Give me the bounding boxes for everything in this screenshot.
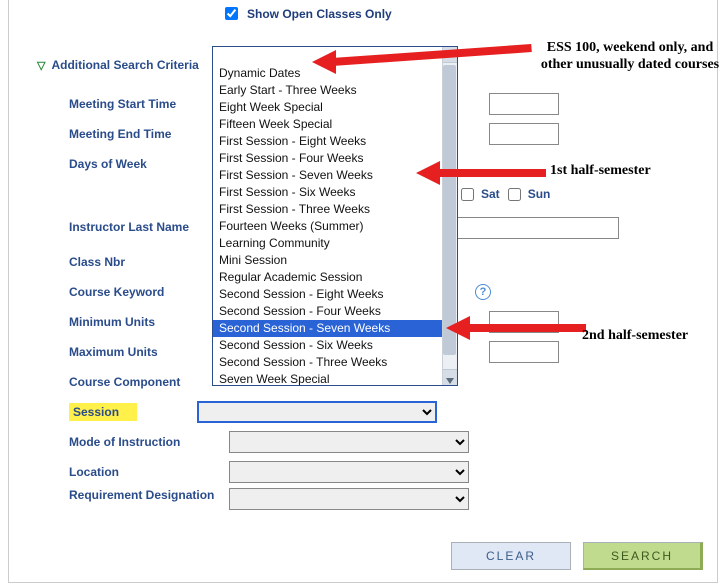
course-keyword-label: Course Keyword bbox=[69, 285, 229, 299]
session-option[interactable]: Second Session - Seven Weeks bbox=[213, 320, 443, 337]
session-option[interactable]: Mini Session bbox=[213, 252, 443, 269]
annotation-ess100: ESS 100, weekend only, and other unusual… bbox=[540, 40, 720, 74]
session-option[interactable]: Eight Week Special bbox=[213, 99, 443, 116]
class-nbr-label: Class Nbr bbox=[69, 255, 229, 269]
session-option[interactable]: Second Session - Four Weeks bbox=[213, 303, 443, 320]
session-option[interactable]: Fourteen Weeks (Summer) bbox=[213, 218, 443, 235]
session-dropdown-list[interactable]: Dynamic DatesEarly Start - Three WeeksEi… bbox=[212, 46, 458, 386]
session-option[interactable]: Learning Community bbox=[213, 235, 443, 252]
button-bar: Clear Search bbox=[451, 542, 703, 570]
session-option[interactable]: First Session - Seven Weeks bbox=[213, 167, 443, 184]
max-units-label: Maximum Units bbox=[69, 345, 229, 359]
session-option[interactable]: First Session - Four Weeks bbox=[213, 150, 443, 167]
additional-criteria-header[interactable]: ▽ Additional Search Criteria bbox=[37, 58, 199, 72]
session-option[interactable]: Second Session - Eight Weeks bbox=[213, 286, 443, 303]
session-label: Session bbox=[69, 403, 137, 421]
section-header-label: Additional Search Criteria bbox=[51, 58, 198, 72]
location-select[interactable] bbox=[229, 461, 469, 483]
session-option[interactable]: First Session - Eight Weeks bbox=[213, 133, 443, 150]
instructor-label: Instructor Last Name bbox=[69, 221, 229, 235]
sat-label: Sat bbox=[481, 187, 500, 201]
mode-label: Mode of Instruction bbox=[69, 435, 229, 449]
meeting-start-label: Meeting Start Time bbox=[69, 97, 229, 111]
course-component-label: Course Component bbox=[69, 375, 229, 389]
mode-select[interactable] bbox=[229, 431, 469, 453]
location-label: Location bbox=[69, 465, 229, 479]
meeting-end-label: Meeting End Time bbox=[69, 127, 229, 141]
sat-checkbox[interactable] bbox=[461, 188, 474, 201]
sun-label: Sun bbox=[528, 187, 551, 201]
session-option[interactable]: Seven Week Special bbox=[213, 371, 443, 385]
show-open-classes-checkbox[interactable] bbox=[225, 7, 238, 20]
session-option[interactable]: First Session - Six Weeks bbox=[213, 184, 443, 201]
req-desig-select[interactable] bbox=[229, 488, 469, 510]
session-option[interactable]: Second Session - Six Weeks bbox=[213, 337, 443, 354]
scrollbar-thumb[interactable] bbox=[443, 65, 456, 355]
days-of-week-label: Days of Week bbox=[69, 157, 229, 171]
scroll-down-arrow-icon[interactable] bbox=[446, 378, 454, 384]
annotation-second-half: 2nd half-semester bbox=[582, 328, 688, 345]
clear-button[interactable]: Clear bbox=[451, 542, 571, 570]
meeting-start-input[interactable] bbox=[489, 93, 559, 115]
show-open-classes-row: Show Open Classes Only bbox=[221, 4, 392, 23]
search-button[interactable]: Search bbox=[583, 542, 703, 570]
show-open-classes-label: Show Open Classes Only bbox=[247, 7, 392, 21]
req-desig-label: Requirement Designation bbox=[69, 488, 229, 502]
session-select[interactable] bbox=[197, 401, 437, 423]
session-option[interactable]: Fifteen Week Special bbox=[213, 116, 443, 133]
session-option[interactable]: Regular Academic Session bbox=[213, 269, 443, 286]
max-units-input[interactable] bbox=[489, 341, 559, 363]
session-option[interactable]: Second Session - Three Weeks bbox=[213, 354, 443, 371]
min-units-label: Minimum Units bbox=[69, 315, 229, 329]
collapse-triangle-icon: ▽ bbox=[37, 59, 45, 72]
meeting-end-input[interactable] bbox=[489, 123, 559, 145]
session-option[interactable]: First Session - Three Weeks bbox=[213, 201, 443, 218]
sun-checkbox[interactable] bbox=[508, 188, 521, 201]
annotation-first-half: 1st half-semester bbox=[550, 163, 651, 180]
session-option[interactable]: Early Start - Three Weeks bbox=[213, 82, 443, 99]
help-icon[interactable]: ? bbox=[475, 284, 491, 300]
